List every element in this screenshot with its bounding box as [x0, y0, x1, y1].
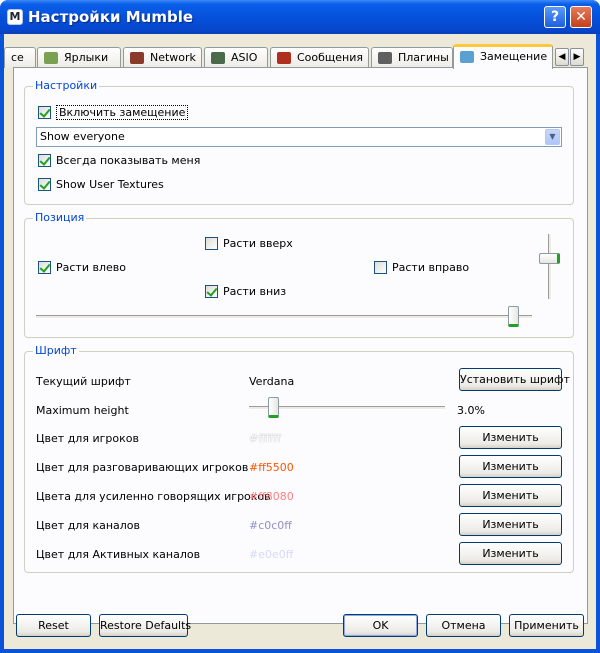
grow-down-checkbox[interactable]: Расти вниз [205, 285, 286, 298]
apply-button[interactable]: Применить [509, 614, 584, 637]
change-active-channel-color-button[interactable]: Изменить [459, 542, 562, 565]
tab-label: Замещение [480, 50, 548, 63]
grow-left-checkbox[interactable]: Расти влево [38, 261, 126, 274]
asio-icon [211, 52, 225, 64]
font-group-title: Шрифт [33, 344, 79, 357]
change-shouting-player-color-button[interactable]: Изменить [459, 484, 562, 507]
tab-label: ce [11, 51, 24, 64]
vertical-position-slider[interactable] [548, 234, 552, 299]
checkbox-box [205, 237, 218, 250]
checkbox-box [38, 178, 51, 191]
max-height-slider-thumb[interactable] [268, 397, 279, 418]
plugins-icon [378, 52, 392, 64]
tab-messages[interactable]: Сообщения [270, 47, 369, 68]
checkbox-box [374, 261, 387, 274]
settings-window: M Настройки Mumble ? ✕ ce Ярлыки Network… [0, 0, 600, 653]
talking-player-color-label: Цвет для разговаривающих игроков [36, 461, 249, 474]
grow-up-checkbox[interactable]: Расти вверх [205, 237, 293, 250]
max-height-value: 3.0% [457, 404, 485, 417]
channel-color-label: Цвет для каналов [36, 519, 141, 532]
tab-label: Плагины [398, 51, 449, 64]
change-channel-color-button[interactable]: Изменить [459, 513, 562, 536]
mumble-app-icon: M [7, 9, 23, 25]
grow-left-label: Расти влево [56, 261, 126, 274]
close-button[interactable]: ✕ [570, 6, 592, 28]
horizontal-position-slider[interactable] [36, 315, 532, 319]
shouting-player-color-label: Цвета для усиленно говорящих игроков [36, 490, 271, 503]
chevron-down-icon[interactable]: ▼ [545, 129, 560, 145]
tab-asio[interactable]: ASIO [204, 47, 268, 68]
dialog-client-area: ce Ярлыки Network ASIO Сообщения Плагины… [4, 34, 596, 649]
tab-network[interactable]: Network [123, 47, 202, 68]
talking-player-color-value: #ff5500 [249, 461, 294, 474]
tab-scroll-right-button[interactable]: ▶ [570, 48, 584, 66]
horizontal-position-slider-thumb[interactable] [508, 306, 519, 327]
player-color-label: Цвет для игроков [36, 432, 139, 445]
tab-plugins[interactable]: Плагины [371, 47, 453, 68]
font-group: Шрифт Текущий шрифт Verdana Установить ш… [24, 344, 574, 573]
reset-button[interactable]: Reset [16, 614, 91, 637]
tab-label: Сообщения [297, 51, 364, 64]
network-icon [130, 52, 144, 64]
shortcuts-icon [44, 52, 58, 64]
show-user-textures-label: Show User Textures [56, 178, 164, 191]
set-font-button[interactable]: Установить шрифт [459, 368, 570, 391]
enable-overlay-checkbox[interactable]: Включить замещение [38, 105, 189, 120]
change-talking-player-color-button[interactable]: Изменить [459, 455, 562, 478]
checkbox-box [38, 106, 51, 119]
max-height-label: Maximum height [36, 404, 129, 417]
shouting-player-color-value: #ff8080 [249, 490, 294, 503]
show-mode-select[interactable]: Show everyone ▼ [36, 127, 562, 147]
position-group-title: Позиция [33, 211, 87, 224]
channel-color-value: #c0c0ff [249, 519, 292, 532]
restore-defaults-button[interactable]: Restore Defaults [99, 614, 191, 637]
messages-icon [277, 52, 291, 64]
current-font-value: Verdana [249, 375, 295, 388]
tab-label: Network [150, 51, 196, 64]
overlay-icon [460, 51, 474, 63]
ok-button[interactable]: OK [343, 614, 418, 637]
tab-scroll-left-button[interactable]: ◀ [555, 48, 569, 66]
vertical-position-slider-thumb[interactable] [539, 253, 560, 264]
tab-strip: ce Ярлыки Network ASIO Сообщения Плагины… [4, 44, 596, 69]
checkbox-box [205, 285, 218, 298]
settings-group-title: Настройки [33, 79, 100, 92]
always-show-me-label: Всегда показывать меня [56, 154, 201, 167]
always-show-me-checkbox[interactable]: Всегда показывать меня [38, 154, 200, 167]
title-bar[interactable]: M Настройки Mumble ? ✕ [0, 0, 600, 34]
enable-overlay-label: Включить замещение [56, 105, 189, 120]
show-mode-value: Show everyone [40, 130, 125, 143]
cancel-button[interactable]: Отмена [426, 614, 501, 637]
grow-right-label: Расти вправо [392, 261, 470, 274]
grow-right-checkbox[interactable]: Расти вправо [374, 261, 469, 274]
show-user-textures-checkbox[interactable]: Show User Textures [38, 178, 164, 191]
help-button[interactable]: ? [544, 6, 566, 28]
grow-up-label: Расти вверх [223, 237, 293, 250]
current-font-label: Текущий шрифт [36, 375, 131, 388]
overlay-settings-panel: Настройки Включить замещение Show everyo… [13, 67, 588, 624]
tab-label: Ярлыки [64, 51, 109, 64]
position-group: Позиция Расти вверх Расти влево Расти вп… [24, 211, 574, 338]
active-channel-color-value: #e0e0ff [249, 548, 294, 561]
active-channel-color-label: Цвет для Активных каналов [36, 548, 201, 561]
tab-label: ASIO [231, 51, 258, 64]
player-color-value: #ffffff [249, 432, 281, 445]
settings-group: Настройки Включить замещение Show everyo… [24, 79, 574, 205]
change-player-color-button[interactable]: Изменить [459, 426, 562, 449]
grow-down-label: Расти вниз [223, 285, 287, 298]
tab-partial[interactable]: ce [4, 47, 36, 68]
tab-overlay[interactable]: Замещение [453, 44, 553, 69]
tab-shortcuts[interactable]: Ярлыки [37, 47, 121, 68]
checkbox-box [38, 261, 51, 274]
checkbox-box [38, 154, 51, 167]
window-title: Настройки Mumble [28, 8, 194, 26]
